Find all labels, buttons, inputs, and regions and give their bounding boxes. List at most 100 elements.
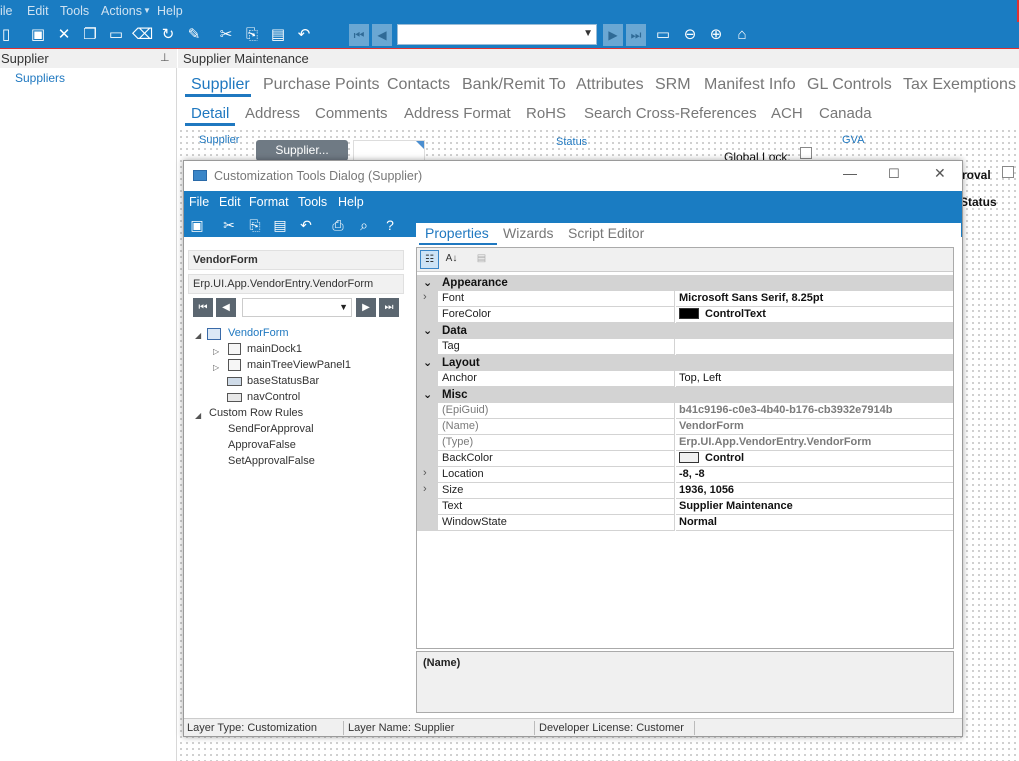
nav-first-icon[interactable]: ⏮ (349, 24, 369, 46)
preview-icon[interactable]: ⌕ (354, 215, 374, 235)
property-row-location[interactable]: › Location -8, -8 (417, 467, 953, 483)
collapse-icon[interactable]: ◢ (195, 411, 201, 420)
tree-node-navcontrol[interactable]: navControl (247, 391, 300, 403)
dialog-menu-help[interactable]: Help (338, 195, 364, 209)
expand-icon[interactable]: ▷ (213, 347, 219, 356)
category-data[interactable]: ⌄ Data (417, 323, 953, 339)
supplier-lookup-button[interactable]: Supplier... (256, 140, 348, 161)
tree-item-suppliers[interactable]: Suppliers (15, 71, 65, 85)
tab-gl-controls[interactable]: GL Controls (807, 76, 892, 94)
undo-icon[interactable]: ↶ (296, 215, 316, 235)
menu-tools[interactable]: Tools (60, 4, 89, 18)
tree-node-rule[interactable]: SendForApproval (228, 423, 314, 435)
property-row-windowstate[interactable]: WindowState Normal (417, 515, 953, 531)
tree-node-maintreeviewpanel1[interactable]: mainTreeViewPanel1 (247, 359, 351, 371)
maximize-icon[interactable]: ☐ (888, 166, 900, 182)
help-icon[interactable]: ? (380, 215, 400, 235)
tab-srm[interactable]: SRM (655, 76, 691, 94)
property-row-backcolor[interactable]: BackColor Control (417, 451, 953, 467)
tab-comments[interactable]: Comments (315, 105, 388, 122)
tab-ach[interactable]: ACH (771, 105, 803, 122)
category-layout[interactable]: ⌄ Layout (417, 355, 953, 371)
menu-actions[interactable]: Actions (101, 4, 142, 18)
tab-attributes[interactable]: Attributes (576, 76, 644, 94)
property-value[interactable]: Microsoft Sans Serif, 8.25pt (676, 291, 953, 307)
property-value[interactable]: Normal (676, 515, 953, 531)
tab-detail[interactable]: Detail (191, 105, 229, 122)
categorized-icon[interactable]: ☷ (420, 250, 439, 269)
property-pages-icon[interactable]: ▤ (472, 250, 491, 269)
property-value[interactable]: ControlText (676, 307, 953, 323)
cut-icon[interactable]: ✂ (216, 25, 236, 45)
category-misc[interactable]: ⌄ Misc (417, 387, 953, 403)
save-icon[interactable]: ▣ (28, 25, 48, 45)
alphabetical-sort-icon[interactable]: A↓ (442, 250, 461, 269)
tree-node-rule[interactable]: ApprovaFalse (228, 439, 296, 451)
refresh-icon[interactable]: ↻ (158, 25, 178, 45)
tab-manifest-info[interactable]: Manifest Info (704, 76, 796, 94)
dialog-menu-tools[interactable]: Tools (298, 195, 327, 209)
property-row-epiguid[interactable]: (EpiGuid) b41c9196-c0e3-4b40-b176-cb3932… (417, 403, 953, 419)
open-book-icon[interactable]: ❐ (80, 25, 100, 45)
control-selector-combo[interactable]: ▼ (242, 298, 352, 317)
nav-prev-icon[interactable]: ◀ (372, 24, 392, 46)
expand-icon[interactable]: › (423, 291, 427, 303)
tab-bank-remit-to[interactable]: Bank/Remit To (462, 76, 566, 94)
back-icon[interactable]: ⊖ (680, 25, 700, 45)
tree-node-vendorform[interactable]: VendorForm (228, 327, 289, 339)
tab-supplier[interactable]: Supplier (191, 76, 250, 94)
property-row-name[interactable]: (Name) VendorForm (417, 419, 953, 435)
paste-icon[interactable]: ▤ (268, 25, 288, 45)
menu-file[interactable]: ile (0, 4, 13, 18)
tab-rohs[interactable]: RoHS (526, 105, 566, 122)
tree-nav-prev-icon[interactable]: ◀ (216, 298, 236, 317)
tab-purchase-points[interactable]: Purchase Points (263, 76, 380, 94)
expand-icon[interactable]: › (423, 467, 427, 479)
tab-address-format[interactable]: Address Format (404, 105, 511, 122)
menu-edit[interactable]: Edit (27, 4, 49, 18)
tab-search-cross-references[interactable]: Search Cross-References (584, 105, 757, 122)
dialog-menu-format[interactable]: Format (249, 195, 289, 209)
property-value[interactable]: Top, Left (676, 371, 953, 387)
tree-node-rule[interactable]: SetApprovalFalse (228, 455, 315, 467)
close-icon[interactable]: ✕ (934, 165, 946, 182)
property-value[interactable] (676, 339, 953, 355)
tab-properties[interactable]: Properties (425, 225, 489, 241)
expand-icon[interactable]: › (423, 483, 427, 495)
expand-icon[interactable]: ▷ (213, 363, 219, 372)
property-row-size[interactable]: › Size 1936, 1056 (417, 483, 953, 499)
copy-icon[interactable]: ⎘ (242, 25, 262, 45)
copy-icon[interactable]: ⎘ (245, 215, 265, 235)
tab-wizards[interactable]: Wizards (503, 225, 554, 241)
tree-nav-next-icon[interactable]: ▶ (356, 298, 376, 317)
collapse-icon[interactable]: ◢ (195, 331, 201, 340)
undo-icon[interactable]: ↶ (294, 25, 314, 45)
tree-node-basestatusbar[interactable]: baseStatusBar (247, 375, 319, 387)
property-row-type[interactable]: (Type) Erp.UI.App.VendorEntry.VendorForm (417, 435, 953, 451)
print-icon[interactable]: ⎙ (328, 215, 348, 235)
property-row-font[interactable]: › Font Microsoft Sans Serif, 8.25pt (417, 291, 953, 307)
property-value[interactable]: Control (676, 451, 953, 467)
brush-icon[interactable]: ✎ (184, 25, 204, 45)
nav-last-icon[interactable]: ⏭ (626, 24, 646, 46)
property-row-tag[interactable]: Tag (417, 339, 953, 355)
tree-nav-first-icon[interactable]: ⏮ (193, 298, 213, 317)
dialog-menu-file[interactable]: File (189, 195, 209, 209)
property-row-text[interactable]: Text Supplier Maintenance (417, 499, 953, 515)
supplier-id-field[interactable] (353, 140, 425, 161)
tree-node-custom-row-rules[interactable]: Custom Row Rules (209, 407, 303, 419)
dialog-menu-edit[interactable]: Edit (219, 195, 241, 209)
home-icon[interactable]: ⌂ (732, 25, 752, 45)
tab-contacts[interactable]: Contacts (387, 76, 450, 94)
tree-nav-last-icon[interactable]: ⏭ (379, 298, 399, 317)
approval-checkbox[interactable] (1002, 166, 1014, 178)
menu-help[interactable]: Help (157, 4, 183, 18)
forward-icon[interactable]: ⊕ (706, 25, 726, 45)
tree-node-maindock1[interactable]: mainDock1 (247, 343, 302, 355)
minimize-icon[interactable]: — (843, 165, 857, 181)
clear-icon[interactable]: ⌫ (132, 25, 153, 45)
new-icon[interactable]: ▯ (0, 25, 16, 45)
property-value[interactable]: 1936, 1056 (676, 483, 953, 499)
tab-script-editor[interactable]: Script Editor (568, 225, 644, 241)
property-row-forecolor[interactable]: ForeColor ControlText (417, 307, 953, 323)
